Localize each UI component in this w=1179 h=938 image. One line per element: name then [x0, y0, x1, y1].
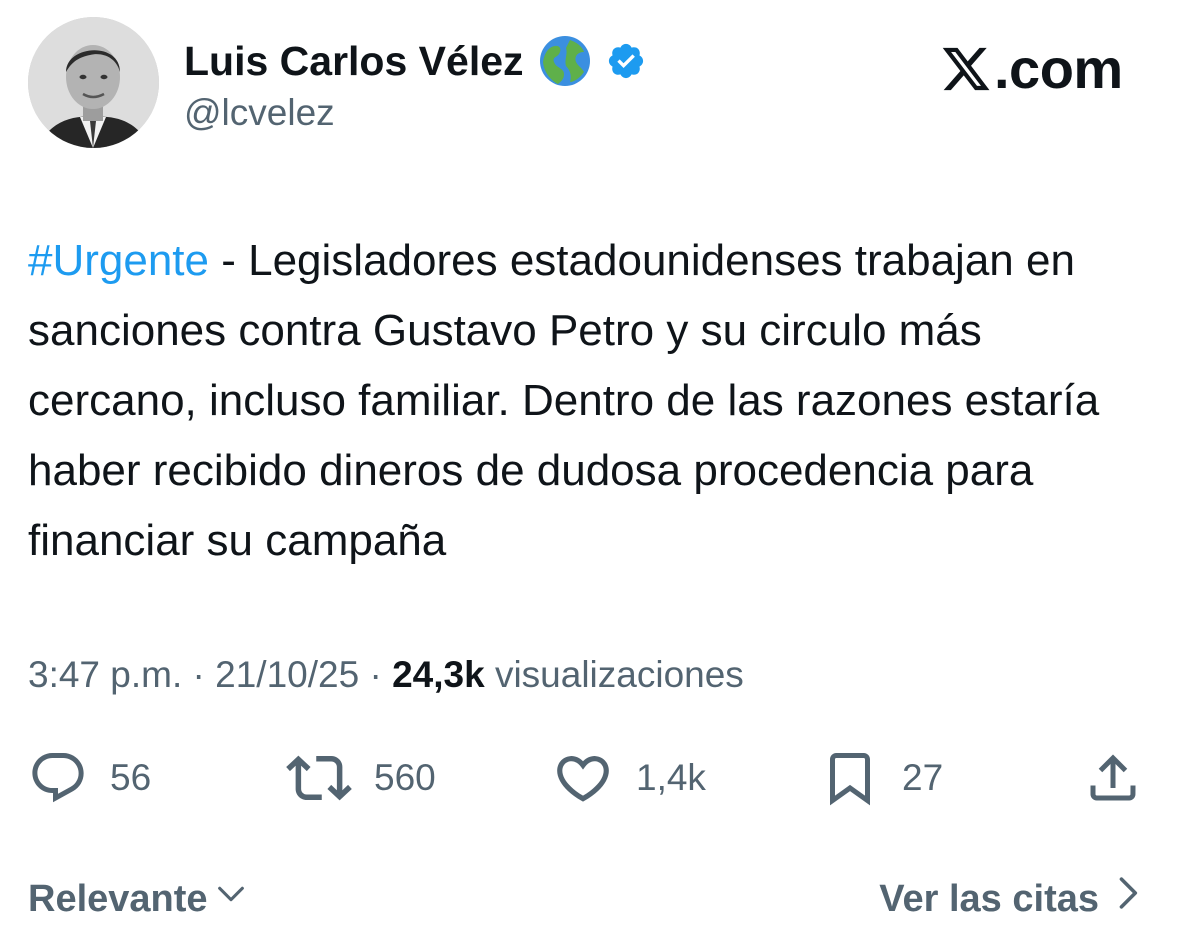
tweet-time[interactable]: 3:47 p.m.: [28, 654, 182, 695]
sort-label: Relevante: [28, 878, 208, 920]
meta-separator: ·: [182, 654, 216, 695]
bookmark-count: 27: [902, 757, 944, 798]
tweet-date[interactable]: 21/10/25: [215, 654, 359, 695]
repost-count: 560: [374, 757, 436, 798]
brand-suffix: .com: [994, 37, 1123, 100]
x-logo-icon: [940, 43, 992, 95]
view-quotes-link[interactable]: Ver las citas: [879, 874, 1141, 924]
author-avatar[interactable]: [28, 17, 159, 148]
hashtag-link[interactable]: #Urgente: [28, 236, 209, 285]
quotes-label: Ver las citas: [879, 878, 1099, 920]
views-count[interactable]: 24,3k: [392, 654, 485, 695]
tweet-text: #Urgente - Legisladores estadounidenses …: [28, 226, 1153, 576]
verified-badge-icon[interactable]: [606, 41, 646, 81]
avatar-portrait: [28, 17, 159, 148]
bookmark-button[interactable]: 27: [820, 746, 943, 810]
repost-icon: [286, 745, 352, 811]
tweet-actions: 56 560 1,4k 27: [28, 746, 1143, 810]
repost-button[interactable]: 560: [286, 746, 436, 810]
meta-separator: ·: [359, 654, 393, 695]
reply-button[interactable]: 56: [28, 746, 151, 810]
like-button[interactable]: 1,4k: [552, 746, 706, 810]
tweet-meta: 3:47 p.m. · 21/10/25 · 24,3k visualizaci…: [28, 651, 744, 699]
heart-icon: [552, 747, 614, 809]
views-label[interactable]: visualizaciones: [485, 654, 744, 695]
globe-americas-icon: [538, 34, 592, 88]
chevron-down-icon: [214, 874, 248, 924]
reply-count: 56: [110, 757, 152, 798]
tweet-body: - Legisladores estadounidenses trabajan …: [28, 236, 1100, 565]
like-count: 1,4k: [636, 757, 706, 798]
author-name-row[interactable]: Luis Carlos Vélez: [184, 34, 646, 88]
share-button[interactable]: [1083, 746, 1143, 810]
share-icon: [1083, 748, 1143, 808]
x-com-brand: .com: [940, 37, 1123, 101]
chevron-right-icon: [1113, 874, 1141, 924]
bookmark-icon: [820, 748, 880, 808]
author-name[interactable]: Luis Carlos Vélez: [184, 36, 524, 86]
sort-replies-dropdown[interactable]: Relevante: [28, 874, 248, 924]
author-handle[interactable]: @lcvelez: [184, 90, 335, 136]
reply-icon: [28, 748, 88, 808]
